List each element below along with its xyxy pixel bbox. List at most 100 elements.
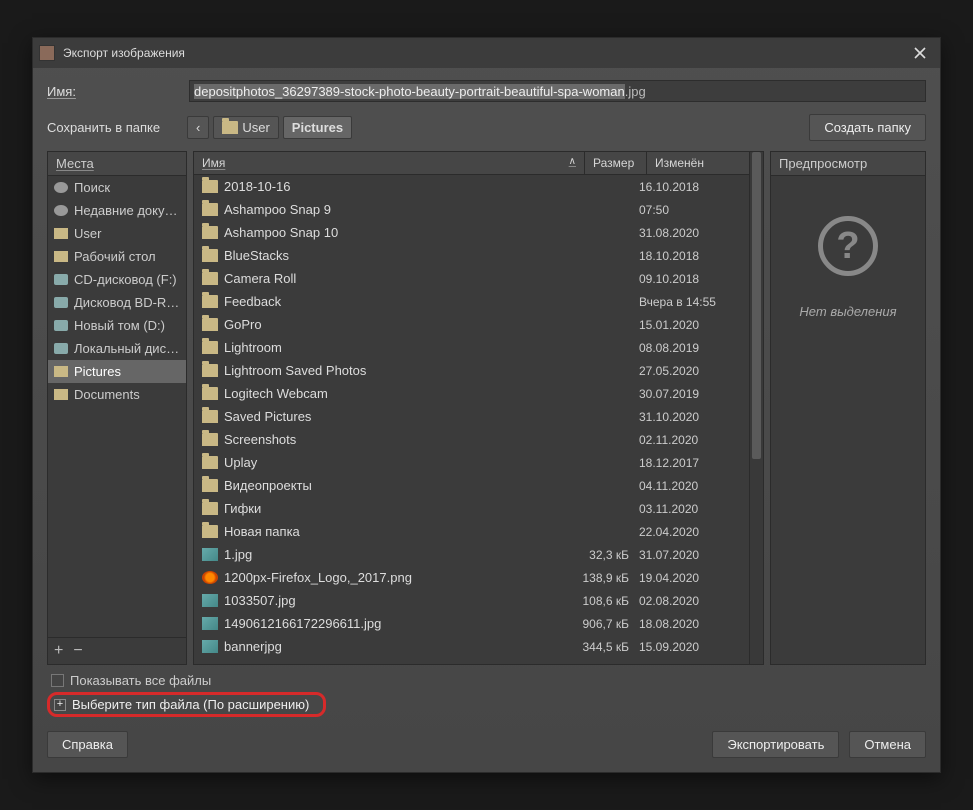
file-modified: 31.10.2020 [639, 410, 741, 424]
export-dialog: Экспорт изображения Имя: depositphotos_3… [32, 37, 941, 773]
breadcrumb-pictures[interactable]: Pictures [283, 116, 352, 139]
file-modified: 08.08.2019 [639, 341, 741, 355]
plus-icon: + [54, 699, 66, 711]
places-item[interactable]: Недавние доку… [48, 199, 186, 222]
image-icon [202, 548, 218, 561]
dialog-buttons: Справка Экспортировать Отмена [33, 717, 940, 772]
places-item[interactable]: User [48, 222, 186, 245]
file-row[interactable]: Новая папка22.04.2020 [194, 520, 749, 543]
file-row[interactable]: 1200px-Firefox_Logo,_2017.png138,9 кБ19.… [194, 566, 749, 589]
places-item-label: Дисковод BD-R… [74, 295, 179, 310]
file-row[interactable]: Lightroom08.08.2019 [194, 336, 749, 359]
breadcrumb-user[interactable]: User [213, 116, 278, 139]
file-name: 2018-10-16 [224, 179, 565, 194]
filename-input[interactable]: depositphotos_36297389-stock-photo-beaut… [189, 80, 926, 102]
file-name: Гифки [224, 501, 565, 516]
file-name: Uplay [224, 455, 565, 470]
places-footer: + − [48, 637, 186, 664]
file-type-label: Выберите тип файла (По расширению) [72, 697, 309, 712]
col-modified[interactable]: Изменён [647, 152, 749, 174]
folder-icon [202, 479, 218, 492]
file-row[interactable]: 1033507.jpg108,6 кБ02.08.2020 [194, 589, 749, 612]
places-item-label: Поиск [74, 180, 110, 195]
filename-ext: .jpg [625, 84, 646, 99]
file-row[interactable]: GoPro15.01.2020 [194, 313, 749, 336]
file-row[interactable]: 1490612166172296611.jpg906,7 кБ18.08.202… [194, 612, 749, 635]
folder-icon [202, 226, 218, 239]
folder-icon [202, 203, 218, 216]
folder-icon [202, 295, 218, 308]
close-icon [914, 47, 926, 59]
drive-icon [54, 320, 68, 331]
help-button[interactable]: Справка [47, 731, 128, 758]
filename-selected: depositphotos_36297389-stock-photo-beaut… [194, 84, 625, 99]
app-icon [39, 45, 55, 61]
folder-icon [54, 366, 68, 377]
places-item[interactable]: Новый том (D:) [48, 314, 186, 337]
file-name: Camera Roll [224, 271, 565, 286]
file-row[interactable]: FeedbackВчера в 14:55 [194, 290, 749, 313]
bookmark-add-button[interactable]: + [54, 642, 63, 660]
file-row[interactable]: bannerjpg344,5 кБ15.09.2020 [194, 635, 749, 658]
file-row[interactable]: Camera Roll 09.10.2018 [194, 267, 749, 290]
file-row[interactable]: Видеопроекты04.11.2020 [194, 474, 749, 497]
file-modified: 09.10.2018 [639, 272, 741, 286]
file-name: Ashampoo Snap 9 [224, 202, 565, 217]
file-row[interactable]: Logitech Webcam30.07.2019 [194, 382, 749, 405]
file-row[interactable]: Ashampoo Snap 1031.08.2020 [194, 221, 749, 244]
places-item[interactable]: Рабочий стол [48, 245, 186, 268]
drive-icon [54, 274, 68, 285]
breadcrumb: ‹ User Pictures [187, 116, 352, 139]
places-item[interactable]: CD-дисковод (F:) [48, 268, 186, 291]
folder-icon [202, 318, 218, 331]
file-name: Lightroom Saved Photos [224, 363, 565, 378]
file-modified: Вчера в 14:55 [639, 295, 741, 309]
places-item-label: Локальный дис… [74, 341, 179, 356]
places-item[interactable]: Pictures [48, 360, 186, 383]
bookmark-remove-button[interactable]: − [73, 642, 82, 660]
file-row[interactable]: Lightroom Saved Photos27.05.2020 [194, 359, 749, 382]
close-button[interactable] [906, 42, 934, 64]
places-item[interactable]: Поиск [48, 176, 186, 199]
file-row[interactable]: 1.jpg32,3 кБ31.07.2020 [194, 543, 749, 566]
scrollbar-thumb[interactable] [752, 152, 761, 459]
file-row[interactable]: Ashampoo Snap 9 07:50 [194, 198, 749, 221]
col-size[interactable]: Размер [585, 152, 647, 174]
filename-label: Имя: [47, 84, 177, 99]
options-area: Показывать все файлы + Выберите тип файл… [33, 665, 940, 717]
create-folder-button[interactable]: Создать папку [809, 114, 926, 141]
folder-icon [222, 121, 238, 134]
show-all-row[interactable]: Показывать все файлы [47, 671, 926, 692]
file-scrollbar[interactable] [749, 152, 763, 664]
folder-icon [202, 249, 218, 262]
save-path-row: Сохранить в папке ‹ User Pictures Создат… [33, 106, 940, 151]
places-item[interactable]: Дисковод BD-R… [48, 291, 186, 314]
export-button[interactable]: Экспортировать [712, 731, 839, 758]
file-row[interactable]: Uplay18.12.2017 [194, 451, 749, 474]
show-all-checkbox[interactable] [51, 674, 64, 687]
places-item[interactable]: Локальный дис… [48, 337, 186, 360]
file-size: 138,9 кБ [571, 571, 633, 585]
places-item[interactable]: Documents [48, 383, 186, 406]
file-type-expander[interactable]: + Выберите тип файла (По расширению) [47, 692, 326, 717]
file-name: 1.jpg [224, 547, 565, 562]
file-row[interactable]: Screenshots02.11.2020 [194, 428, 749, 451]
image-icon [202, 571, 218, 584]
file-row[interactable]: 2018-10-1616.10.2018 [194, 175, 749, 198]
file-row[interactable]: Saved Pictures31.10.2020 [194, 405, 749, 428]
file-row[interactable]: Гифки03.11.2020 [194, 497, 749, 520]
file-name: 1200px-Firefox_Logo,_2017.png [224, 570, 565, 585]
folder-icon [202, 180, 218, 193]
places-header[interactable]: Места [48, 152, 186, 176]
places-item-label: Новый том (D:) [74, 318, 165, 333]
folder-icon [202, 272, 218, 285]
drive-icon [54, 297, 68, 308]
file-modified: 18.10.2018 [639, 249, 741, 263]
folder-icon [202, 502, 218, 515]
folder-icon [202, 341, 218, 354]
col-name[interactable]: Имя∧ [194, 152, 585, 174]
file-modified: 07:50 [639, 203, 741, 217]
file-row[interactable]: BlueStacks18.10.2018 [194, 244, 749, 267]
cancel-button[interactable]: Отмена [849, 731, 926, 758]
breadcrumb-back[interactable]: ‹ [187, 116, 209, 139]
